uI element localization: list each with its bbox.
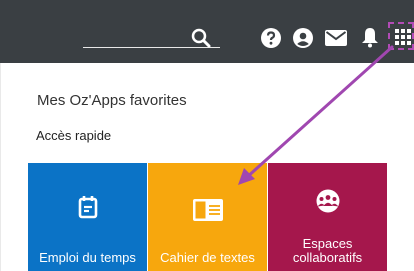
help-icon[interactable] [261,28,281,48]
mail-icon[interactable] [325,29,347,47]
tile-label-line2: collaboratifs [292,250,363,265]
account-icon[interactable] [293,28,313,48]
tile-label: Espaces collaboratifs [268,237,387,265]
group-icon [316,189,339,213]
notebook-icon [192,199,223,221]
tile-label: Emploi du temps [39,250,136,265]
quick-access-heading: Accès rapide [36,128,112,143]
tile-espaces-collaboratifs[interactable]: Espaces collaboratifs [268,163,387,271]
tile-cahier-de-textes[interactable]: Cahier de textes [148,163,267,271]
calendar-icon [78,196,97,219]
top-bar [0,0,414,63]
tile-label-line1: Espaces [302,236,353,251]
apps-menu-button[interactable] [388,22,414,50]
tile-emploi-du-temps[interactable]: Emploi du temps [28,163,147,271]
search-icon[interactable] [190,27,212,49]
apps-grid-icon [395,29,411,45]
bell-icon[interactable] [360,26,380,48]
tile-label: Cahier de textes [160,250,255,265]
panel-title: Mes Oz'Apps favorites [37,92,187,109]
